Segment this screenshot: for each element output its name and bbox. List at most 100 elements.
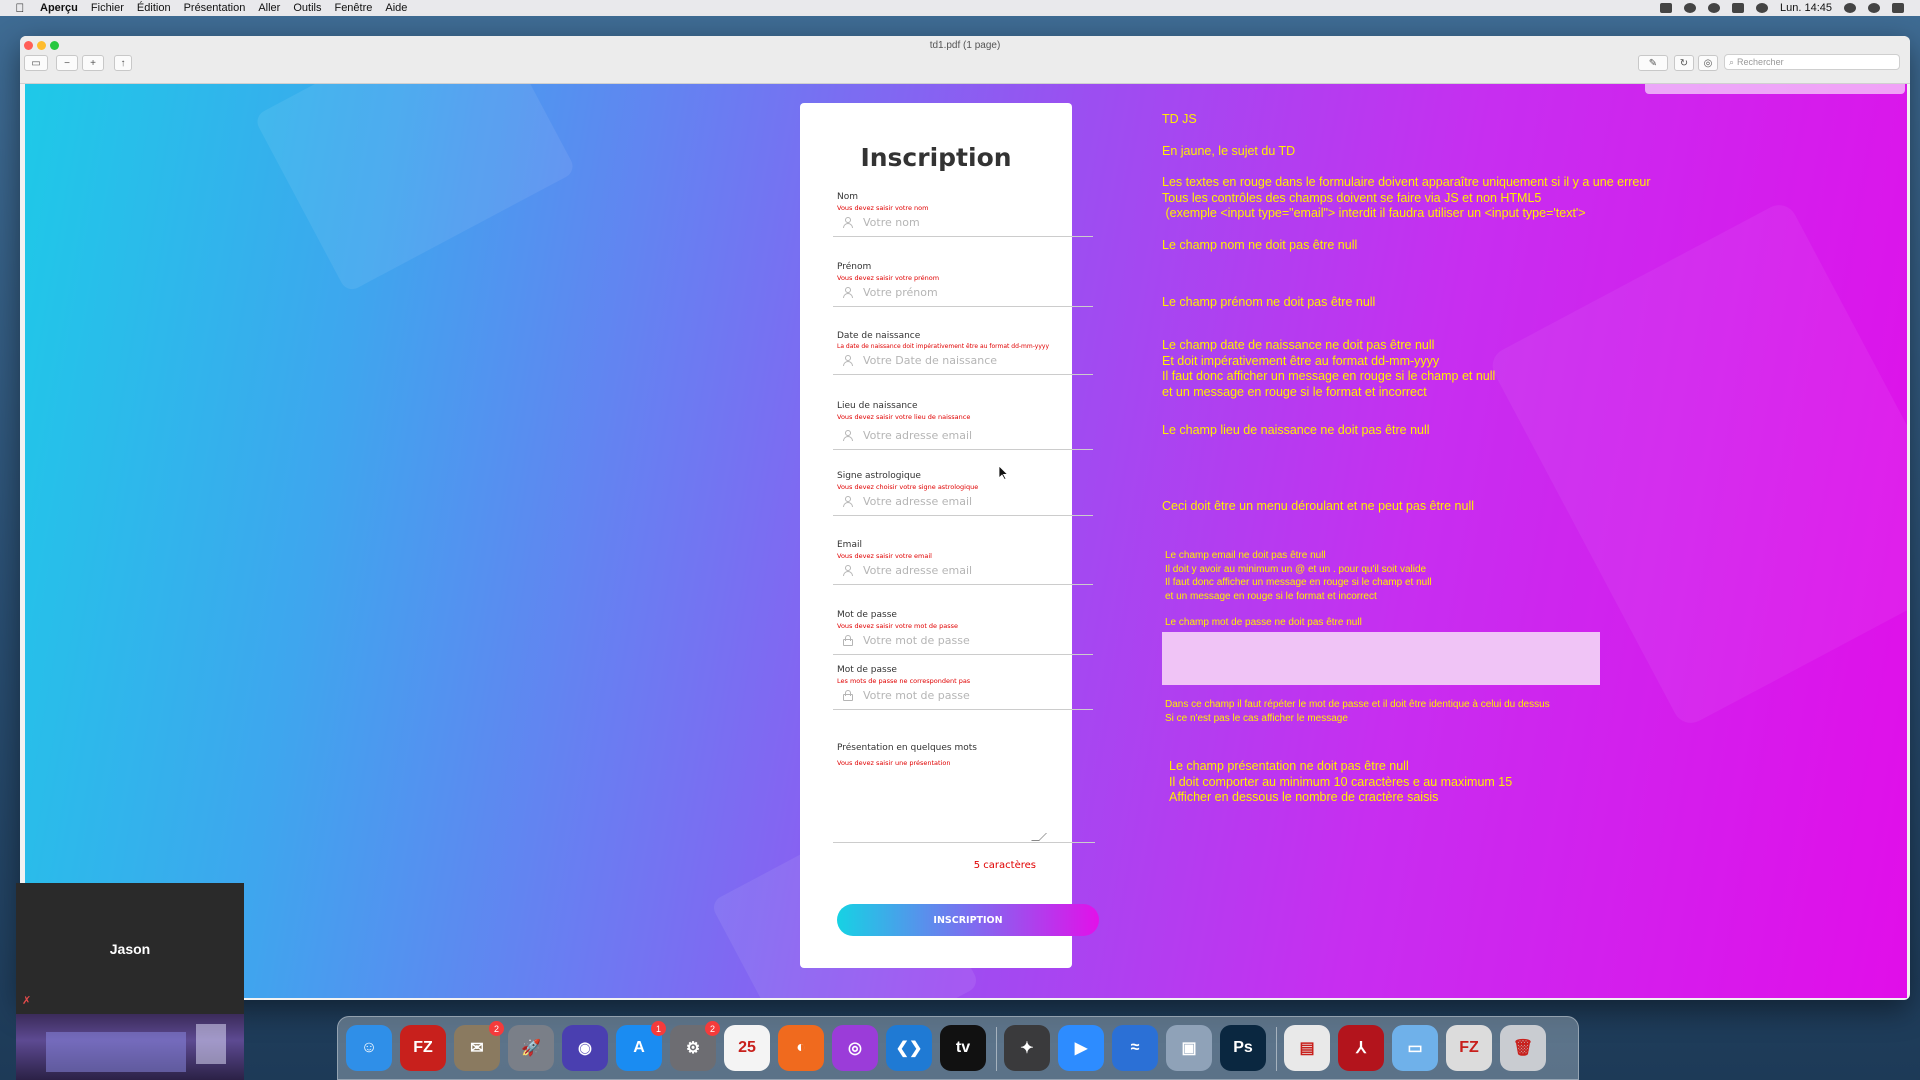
dock: ☺ FZ ✉ 2 🚀 ◉ A 1 ⚙ 2 25 ◐ ◎ ❮❯ tv ✦ ▶ ≈ ▣ Ps ▤ ⅄ ▭ FZ 🗑 [337,1016,1579,1080]
launchpad-icon[interactable]: 🚀 [508,1025,554,1071]
preview-icon[interactable]: ▣ [1166,1025,1212,1071]
field-label: Mot de passe [837,665,897,675]
dock-icon-glyph: A [633,1039,645,1056]
field-underline [833,842,1095,843]
firefox-icon[interactable]: ◐ [778,1025,824,1071]
spotlight-icon[interactable] [1844,3,1856,13]
field-underline [833,654,1093,655]
video-participant-tile[interactable]: Jason ✗ [16,883,244,1080]
record-icon[interactable] [1708,3,1720,13]
creative-cloud-icon[interactable] [1684,3,1696,13]
menu-clock[interactable]: Lun. 14:45 [1780,2,1832,14]
finder-icon[interactable]: ☺ [346,1025,392,1071]
note-confirm: Dans ce champ il faut répéter le mot de … [1165,699,1550,724]
calendar-icon[interactable]: 25 [724,1025,770,1071]
field-mot-de-passe: Mot de passe Vous devez saisir votre mot… [833,610,1097,655]
field-underline [833,709,1093,710]
zoom-in-icon[interactable]: + [82,55,104,71]
document-docx-icon[interactable]: ▤ [1284,1025,1330,1071]
dock-icon-glyph: 🗑 [1512,1040,1534,1057]
nom-input[interactable]: Votre nom [837,215,1097,229]
date-naissance-input[interactable]: Votre Date de naissance [837,353,1097,367]
display-icon[interactable] [1732,3,1744,13]
prenom-input[interactable]: Votre prénom [837,285,1097,299]
acrobat-icon[interactable]: ⅄ [1338,1025,1384,1071]
menu-fenetre[interactable]: Fenêtre [334,2,372,14]
input-placeholder: Votre prénom [863,285,938,299]
menu-aide[interactable]: Aide [385,2,407,14]
filezilla-icon[interactable]: FZ [400,1025,446,1071]
input-placeholder: Votre adresse email [863,494,973,508]
inscription-button[interactable]: INSCRIPTION [837,904,1099,936]
field-confirm-mot-de-passe: Mot de passe Les mots de passe ne corres… [833,665,1097,710]
menu-bar:  Aperçu Fichier Édition Présentation Al… [0,0,1920,16]
trash-icon[interactable]: 🗑 [1500,1025,1546,1071]
siri-icon[interactable]: ◉ [562,1025,608,1071]
dock-icon-glyph: ☺ [360,1039,378,1056]
annotate-icon[interactable]: ◎ [1698,55,1718,71]
folder-icon[interactable]: ▭ [1392,1025,1438,1071]
search-input[interactable]: ⌕ Rechercher [1724,54,1900,70]
field-label: Mot de passe [837,610,897,620]
rotate-icon[interactable]: ↻ [1674,55,1694,71]
signe-astrologique-input[interactable]: Votre adresse email [837,494,1097,508]
resize-handle-icon[interactable] [1031,833,1047,841]
markup-pen-icon[interactable]: ✎ [1638,55,1668,71]
window-toolbar: td1.pdf (1 page) ▭ − + ↑ ✎ ↻ ◎ ⌕ Recherc… [20,36,1910,84]
zoom-icon[interactable]: ▶ [1058,1025,1104,1071]
field-underline [833,374,1093,375]
status-area: Lun. 14:45 [1660,0,1904,16]
menu-fichier[interactable]: Fichier [91,2,124,14]
vscode-icon[interactable]: ❮❯ [886,1025,932,1071]
video-thumbnail [16,1014,244,1080]
app-store-icon[interactable]: A1 [616,1021,666,1071]
migration-assistant-icon[interactable]: ≈ [1112,1025,1158,1071]
dock-icon-glyph: ❮❯ [895,1040,923,1057]
preview-window: td1.pdf (1 page) ▭ − + ↑ ✎ ↻ ◎ ⌕ Recherc… [20,36,1910,1000]
input-placeholder: Votre adresse email [863,428,973,442]
mail-stamp-icon[interactable]: ✉ 2 [454,1021,504,1071]
wifi-icon[interactable] [1756,3,1768,13]
zoom-out-icon[interactable]: − [56,55,78,71]
dropbox-icon[interactable] [1660,3,1672,13]
filezilla-doc-icon[interactable]: FZ [1446,1025,1492,1071]
menu-edition[interactable]: Édition [137,2,171,14]
participant-name: Jason [109,941,151,957]
field-signe-astrologique: Signe astrologique Vous devez choisir vo… [833,471,1097,516]
note-prenom: Le champ prénom ne doit pas être null [1162,295,1376,309]
dock-icon-glyph: ▶ [1074,1040,1088,1057]
email-input[interactable]: Votre adresse email [837,563,1097,577]
input-placeholder: Votre Date de naissance [863,353,998,367]
presentation-textarea[interactable]: Présentation en quelques mots Vous devez… [833,743,1095,843]
dock-icon-glyph: ⚙ [685,1040,701,1057]
share-icon[interactable]: ↑ [114,55,132,71]
apple-tv-icon[interactable]: tv [940,1025,986,1071]
user-icon [843,564,853,576]
safari-icon[interactable]: ✦ [1004,1025,1050,1071]
dock-icon-glyph: FZ [413,1039,433,1056]
sidebar-toggle-icon[interactable]: ▭ [24,55,48,71]
field-lieu-naissance: Lieu de naissance Vous devez saisir votr… [833,401,1097,450]
input-placeholder: Votre nom [863,215,920,229]
podcasts-icon[interactable]: ◎ [832,1025,878,1071]
menu-presentation[interactable]: Présentation [184,2,246,14]
field-date-naissance: Date de naissance La date de naissance d… [833,331,1097,375]
menu-app-name[interactable]: Aperçu [40,2,78,14]
apple-icon[interactable]:  [0,1,40,15]
field-label: Présentation en quelques mots [837,743,977,753]
notification-badge: 1 [651,1021,666,1036]
window-title[interactable]: td1.pdf (1 page) [20,40,1910,51]
lieu-naissance-input[interactable]: Votre adresse email [837,428,1097,442]
photoshop-icon[interactable]: Ps [1220,1025,1266,1071]
lock-icon [843,634,853,646]
confirm-password-input[interactable]: Votre mot de passe [837,688,1097,702]
menu-aller[interactable]: Aller [258,2,280,14]
system-preferences-icon[interactable]: ⚙ 2 [670,1021,720,1071]
field-error: La date de naissance doit impérativement… [837,343,1049,350]
siri-menu-icon[interactable] [1868,3,1880,13]
menu-outils[interactable]: Outils [293,2,321,14]
mouse-cursor-icon [999,466,1009,480]
dock-icon-glyph: ≈ [1130,1039,1140,1056]
control-center-icon[interactable] [1892,3,1904,13]
password-input[interactable]: Votre mot de passe [837,633,1097,647]
